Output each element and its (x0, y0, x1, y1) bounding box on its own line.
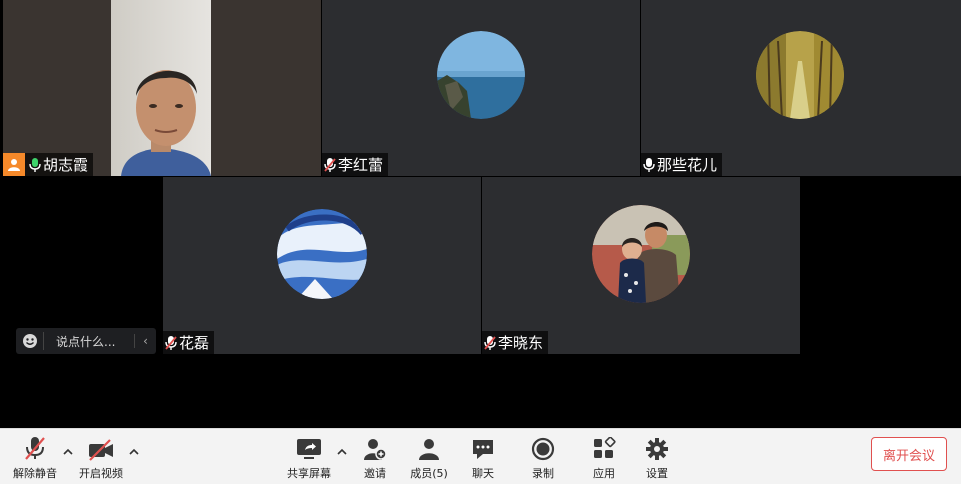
settings-label: 设置 (646, 467, 668, 480)
participant-avatar (437, 31, 525, 119)
microphone-muted-icon (24, 433, 46, 461)
leave-meeting-button[interactable]: 离开会议 (871, 437, 947, 471)
gear-icon (645, 433, 669, 461)
chat-label: 聊天 (472, 467, 494, 480)
unmute-button[interactable]: 解除静音 (12, 433, 58, 481)
members-label: 成员(5) (410, 467, 448, 480)
participant-name: 胡志霞 (43, 156, 89, 174)
camera-off-icon (88, 433, 114, 461)
participant-avatar (756, 31, 844, 119)
participant-tile-2[interactable]: 李红蕾 (322, 0, 640, 176)
apps-grid-icon (592, 433, 616, 461)
meeting-toolbar: 解除静音 开启视频 共享屏幕 邀请 成员(5) 聊天 录制 应用 设置 离开会议 (0, 428, 961, 484)
unmute-label: 解除静音 (13, 467, 57, 480)
microphone-muted-icon (484, 335, 496, 350)
chat-button[interactable]: 聊天 (468, 433, 498, 481)
emoji-icon[interactable] (16, 332, 44, 350)
invite-button[interactable]: 邀请 (356, 433, 394, 481)
microphone-icon (643, 157, 655, 172)
invite-label: 邀请 (364, 467, 386, 480)
participant-tile-4[interactable]: 花磊 (163, 177, 481, 354)
chat-bubble-icon (471, 433, 495, 461)
participant-name-tag: 李红蕾 (322, 153, 389, 176)
participant-name: 花磊 (179, 334, 210, 352)
settings-button[interactable]: 设置 (642, 433, 672, 481)
add-user-icon (363, 433, 387, 461)
participant-name-tag: 花磊 (163, 331, 215, 354)
participant-name-tag: 李晓东 (482, 331, 549, 354)
participant-name-tag: 胡志霞 (3, 153, 94, 176)
chat-placeholder[interactable]: 说点什么... (44, 333, 134, 350)
share-screen-button[interactable]: 共享屏幕 (286, 433, 332, 481)
participant-name: 李晓东 (498, 334, 544, 352)
members-button[interactable]: 成员(5) (408, 433, 450, 481)
audio-options-chevron-icon[interactable] (62, 447, 74, 457)
apps-button[interactable]: 应用 (589, 433, 619, 481)
participant-name: 李红蕾 (338, 156, 384, 174)
participant-name-tag: 那些花儿 (641, 153, 723, 176)
chat-quick-input[interactable]: 说点什么... ‹ (16, 328, 156, 354)
participant-name: 那些花儿 (657, 156, 718, 174)
video-options-chevron-icon[interactable] (128, 447, 140, 457)
members-icon (417, 433, 441, 461)
collapse-chevron-icon[interactable]: ‹ (134, 334, 156, 348)
participant-tile-5[interactable]: 李晓东 (482, 177, 800, 354)
apps-label: 应用 (593, 467, 615, 480)
video-stage: 胡志霞 李红蕾 那些花儿 花磊 李晓东 说点什么... ‹ (0, 0, 961, 428)
microphone-icon (29, 157, 41, 172)
share-screen-icon (296, 433, 322, 461)
participant-tile-1[interactable]: 胡志霞 (3, 0, 321, 176)
microphone-muted-icon (165, 335, 177, 350)
record-icon (531, 433, 555, 461)
share-screen-label: 共享屏幕 (287, 467, 331, 480)
participant-avatar (277, 209, 367, 299)
start-video-button[interactable]: 开启视频 (78, 433, 124, 481)
share-options-chevron-icon[interactable] (336, 447, 348, 457)
start-video-label: 开启视频 (79, 467, 123, 480)
record-label: 录制 (532, 467, 554, 480)
participant-video (3, 0, 321, 176)
host-icon (3, 153, 25, 176)
participant-avatar (592, 205, 690, 303)
record-button[interactable]: 录制 (528, 433, 558, 481)
microphone-muted-icon (324, 157, 336, 172)
participant-tile-3[interactable]: 那些花儿 (641, 0, 961, 176)
